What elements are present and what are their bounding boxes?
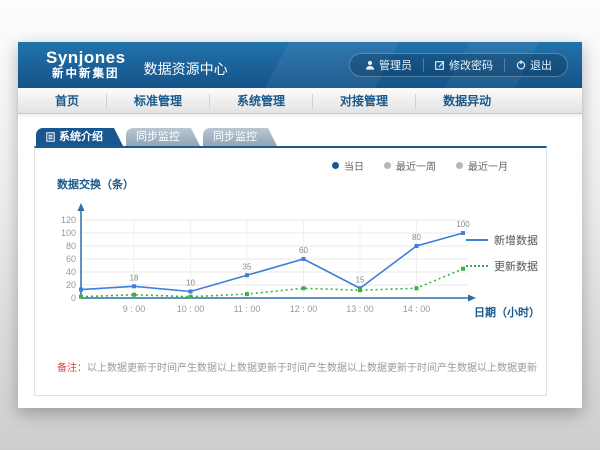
page-title: 数据资源中心 [144, 59, 228, 79]
nav-item-system-mgmt[interactable]: 系统管理 [210, 94, 313, 108]
legend-label: 更新数据 [494, 258, 538, 274]
svg-text:13 : 00: 13 : 00 [346, 304, 374, 314]
svg-text:9 : 00: 9 : 00 [123, 304, 146, 314]
time-range-filters: 当日 最近一周 最近一月 [332, 158, 508, 173]
svg-text:18: 18 [130, 273, 139, 282]
logout-button[interactable]: 退出 [504, 58, 563, 72]
user-menu: 管理员 修改密码 退出 [349, 53, 568, 77]
svg-text:14 : 00: 14 : 00 [403, 304, 431, 314]
company-logo: Synjones 新中新集团 [46, 49, 126, 80]
dotted-line-icon [466, 265, 488, 267]
svg-text:10: 10 [186, 279, 195, 288]
svg-text:20: 20 [66, 280, 76, 290]
svg-text:80: 80 [66, 241, 76, 251]
logo-company-name: 新中新集团 [46, 68, 126, 81]
footnote-text: 以上数据更新于时间产生数据以上数据更新于时间产生数据以上数据更新于时间产生数据以… [87, 363, 538, 374]
nav-item-standard-mgmt[interactable]: 标准管理 [107, 94, 210, 108]
svg-text:15: 15 [356, 275, 365, 284]
svg-text:40: 40 [66, 267, 76, 277]
svg-text:0: 0 [71, 293, 76, 303]
tab-system-intro[interactable]: 系统介绍 [36, 128, 123, 146]
tab-bar: 系统介绍 同步监控 同步监控 [36, 128, 566, 146]
nav-item-interface-mgmt[interactable]: 对接管理 [313, 94, 416, 108]
solid-line-icon [466, 239, 488, 241]
tab-label: 同步监控 [136, 128, 180, 146]
document-icon [46, 132, 55, 142]
svg-text:10 : 00: 10 : 00 [177, 304, 205, 314]
logo-wordmark: Synjones [46, 49, 126, 68]
logout-label: 退出 [530, 57, 552, 73]
svg-text:120: 120 [61, 215, 76, 225]
svg-text:80: 80 [412, 233, 421, 242]
radio-dot-icon [456, 162, 463, 169]
series-legend: 新增数据 更新数据 [466, 232, 538, 274]
change-password-label: 修改密码 [449, 57, 493, 73]
tab-label: 同步监控 [213, 128, 257, 146]
filter-last-week[interactable]: 最近一周 [384, 158, 436, 173]
main-content: 系统介绍 同步监控 同步监控 当日 最近一周 [18, 114, 582, 396]
change-password-button[interactable]: 修改密码 [423, 58, 504, 72]
power-icon [516, 60, 526, 70]
y-axis-title: 数据交换（条） [57, 176, 134, 192]
footnote: 备注：以上数据更新于时间产生数据以上数据更新于时间产生数据以上数据更新于时间产生… [57, 359, 538, 374]
nav-item-data-change[interactable]: 数据异动 [416, 94, 518, 108]
filter-today[interactable]: 当日 [332, 158, 364, 173]
radio-dot-icon [332, 162, 339, 169]
svg-text:100: 100 [61, 228, 76, 238]
main-navbar: 首页 标准管理 系统管理 对接管理 数据异动 [18, 88, 582, 114]
tab-sync-monitor-1[interactable]: 同步监控 [126, 128, 200, 146]
legend-item-updated-data[interactable]: 更新数据 [466, 258, 538, 274]
user-name-label: 管理员 [379, 57, 412, 73]
app-window: Synjones 新中新集团 数据资源中心 管理员 修改密码 退出 [18, 42, 582, 408]
nav-item-home[interactable]: 首页 [28, 94, 107, 108]
svg-text:60: 60 [66, 254, 76, 264]
svg-text:35: 35 [243, 262, 252, 271]
edit-icon [435, 60, 445, 70]
svg-text:12 : 00: 12 : 00 [290, 304, 318, 314]
chart-panel: 当日 最近一周 最近一月 数据交换（条） 0 20 40 60 80 100 120 9 : … [34, 146, 547, 396]
legend-label: 新增数据 [494, 232, 538, 248]
tab-label: 系统介绍 [59, 128, 103, 146]
svg-text:100: 100 [456, 220, 470, 229]
line-chart: 0 20 40 60 80 100 120 9 : 00 10 : 00 11 : 00 12 : … [43, 198, 483, 328]
filter-last-month[interactable]: 最近一月 [456, 158, 508, 173]
footnote-prefix: 备注： [57, 363, 87, 374]
filter-label: 最近一月 [468, 158, 508, 173]
radio-dot-icon [384, 162, 391, 169]
svg-text:11 : 00: 11 : 00 [234, 304, 261, 314]
app-header: Synjones 新中新集团 数据资源中心 管理员 修改密码 退出 [18, 42, 582, 88]
filter-label: 当日 [344, 158, 364, 173]
user-icon [365, 60, 375, 70]
filter-label: 最近一周 [396, 158, 436, 173]
desktop-background: Synjones 新中新集团 数据资源中心 管理员 修改密码 退出 [0, 0, 600, 450]
svg-text:60: 60 [299, 246, 308, 255]
tab-sync-monitor-2[interactable]: 同步监控 [203, 128, 277, 146]
legend-item-new-data[interactable]: 新增数据 [466, 232, 538, 248]
user-menu-admin[interactable]: 管理员 [354, 58, 423, 72]
x-axis-title: 日期（小时） [474, 304, 540, 320]
